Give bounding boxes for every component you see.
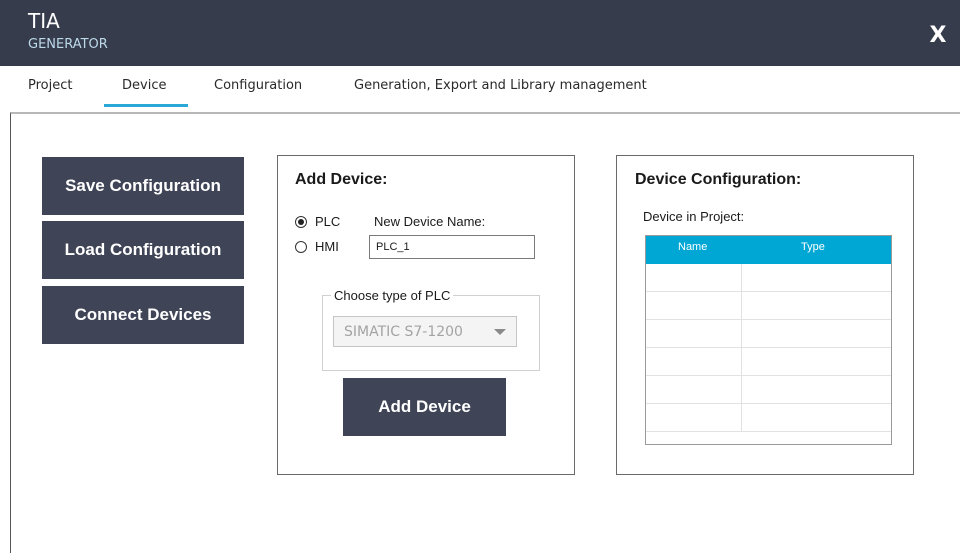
table-row[interactable]: [646, 404, 891, 432]
cell-divider: [741, 376, 742, 403]
cell-divider: [741, 404, 742, 431]
column-header-type[interactable]: Type: [801, 241, 825, 253]
cell-divider: [741, 320, 742, 347]
cell-divider: [741, 264, 742, 291]
app-logo-subtitle: GENERATOR: [28, 37, 108, 52]
new-device-name-label: New Device Name:: [374, 214, 486, 229]
plc-type-value: SIMATIC S7-1200: [344, 324, 463, 340]
load-configuration-button[interactable]: Load Configuration: [42, 221, 244, 279]
cell-divider: [741, 348, 742, 375]
chevron-down-icon: [494, 329, 506, 335]
connect-devices-button[interactable]: Connect Devices: [42, 286, 244, 344]
device-configuration-title: Device Configuration:: [635, 171, 802, 188]
title-bar: TIA GENERATOR X: [0, 0, 960, 66]
add-device-title: Add Device:: [295, 171, 388, 188]
tab-generation-export-library[interactable]: Generation, Export and Library managemen…: [354, 78, 647, 98]
table-row[interactable]: [646, 376, 891, 404]
plc-type-group-label: Choose type of PLC: [331, 288, 454, 303]
hmi-radio-label[interactable]: HMI: [315, 239, 339, 254]
table-row[interactable]: [646, 292, 891, 320]
device-in-project-label: Device in Project:: [643, 209, 745, 224]
table-row[interactable]: [646, 264, 891, 292]
table-row[interactable]: [646, 320, 891, 348]
active-tab-indicator: [104, 104, 188, 107]
radio-selected-dot: [298, 219, 304, 225]
device-table[interactable]: Name Type: [645, 235, 892, 445]
tab-project[interactable]: Project: [28, 78, 72, 98]
hmi-radio[interactable]: [295, 241, 307, 253]
plc-radio[interactable]: [295, 216, 307, 228]
plc-type-select[interactable]: SIMATIC S7-1200: [333, 316, 517, 347]
cell-divider: [741, 292, 742, 319]
table-row[interactable]: [646, 348, 891, 376]
column-header-name[interactable]: Name: [678, 241, 707, 253]
device-name-input[interactable]: [369, 235, 535, 259]
tab-device[interactable]: Device: [122, 78, 166, 98]
app-logo-title: TIA: [28, 9, 60, 33]
save-configuration-button[interactable]: Save Configuration: [42, 157, 244, 215]
close-icon[interactable]: X: [920, 20, 956, 52]
table-header: Name Type: [646, 236, 891, 264]
plc-radio-label[interactable]: PLC: [315, 214, 340, 229]
add-device-button[interactable]: Add Device: [343, 378, 506, 436]
tab-configuration[interactable]: Configuration: [214, 78, 302, 98]
